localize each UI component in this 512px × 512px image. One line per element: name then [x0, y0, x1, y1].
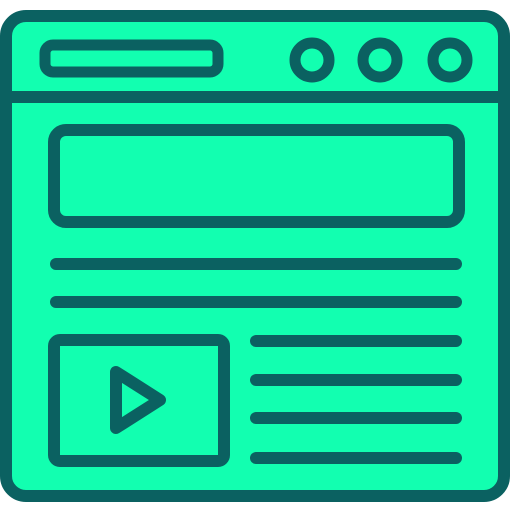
web-page-icon-canvas: [0, 0, 512, 512]
web-page-with-video-icon: [0, 10, 510, 502]
minimize-button-icon: [289, 37, 335, 83]
maximize-button-icon: [357, 37, 403, 83]
close-button-icon: [427, 37, 473, 83]
address-bar: [39, 39, 224, 78]
banner-placeholder: [48, 124, 465, 228]
